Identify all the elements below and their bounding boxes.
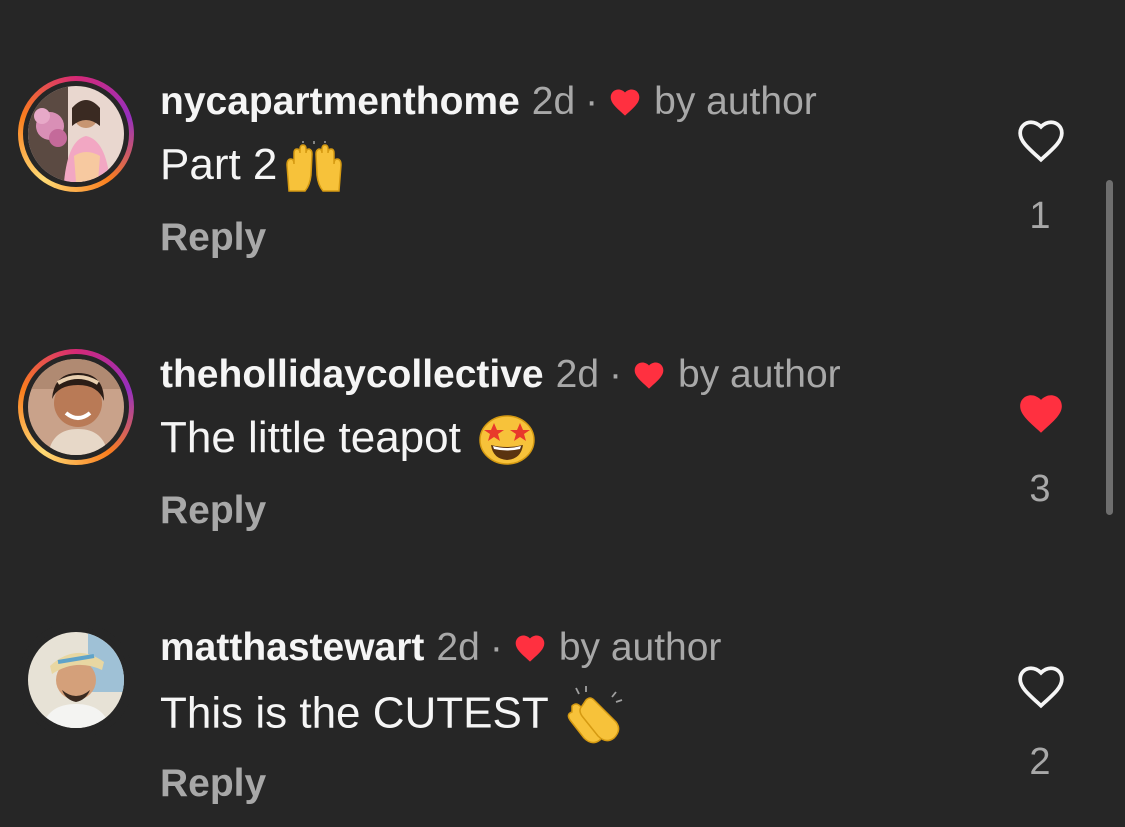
comment-body: Part 2	[160, 140, 278, 189]
avatar[interactable]	[28, 86, 124, 182]
comment-text: This is the CUTEST	[160, 686, 624, 746]
separator-dot: ·	[609, 353, 623, 396]
comment-text: The little teapot	[160, 413, 535, 466]
story-ring[interactable]	[18, 76, 134, 192]
comment-body: The little teapot	[160, 413, 474, 462]
comments-screen: nycapartmenthome 2d · by author Part 2 R…	[0, 0, 1125, 827]
avatar-frame	[23, 81, 129, 187]
story-ring[interactable]	[18, 349, 134, 465]
comment-meta: thehollidaycollective 2d · by author	[160, 353, 841, 397]
author-heart-icon	[610, 89, 640, 116]
avatar[interactable]	[28, 359, 124, 455]
comment-item: nycapartmenthome 2d · by author Part 2 R…	[0, 62, 1125, 312]
heart-outline-icon[interactable]	[1016, 118, 1066, 164]
avatar-frame	[23, 354, 129, 460]
reply-button[interactable]: Reply	[160, 489, 266, 533]
avatar-wrapper[interactable]	[18, 622, 134, 738]
by-author-label: by author	[678, 353, 841, 396]
username[interactable]: thehollidaycollective	[160, 353, 544, 397]
avatar[interactable]	[28, 632, 124, 728]
author-heart-icon	[515, 635, 545, 662]
comment-item: thehollidaycollective 2d · by author The…	[0, 335, 1125, 585]
avatar-photo	[28, 86, 124, 182]
avatar-photo	[28, 359, 124, 455]
timestamp: 2d	[531, 80, 576, 123]
reply-button[interactable]: Reply	[160, 762, 266, 806]
timestamp: 2d	[555, 353, 600, 396]
comment-text: Part 2	[160, 140, 345, 193]
separator-dot: ·	[585, 80, 599, 123]
comment-meta: nycapartmenthome 2d · by author	[160, 80, 817, 124]
reply-button[interactable]: Reply	[160, 216, 266, 260]
like-count: 1	[1029, 195, 1051, 237]
separator-dot: ·	[489, 626, 503, 669]
by-author-label: by author	[558, 626, 722, 669]
avatar-frame	[23, 627, 129, 733]
heart-outline-icon[interactable]	[1016, 664, 1066, 710]
comment-item: matthastewart 2d · by author This is the…	[0, 608, 1125, 827]
like-count: 2	[1029, 741, 1051, 783]
scrollbar[interactable]	[1106, 180, 1113, 515]
by-author-label: by author	[654, 80, 817, 123]
avatar-photo	[28, 632, 124, 728]
raising-hands-icon	[286, 141, 343, 193]
comment-meta: matthastewart 2d · by author	[160, 626, 721, 670]
heart-filled-icon[interactable]	[1016, 391, 1066, 437]
username[interactable]: matthastewart	[160, 626, 424, 670]
clapping-hands-icon	[567, 686, 623, 744]
comment-body: This is the CUTEST	[160, 688, 561, 738]
like-count: 3	[1029, 468, 1051, 510]
timestamp: 2d	[436, 626, 480, 669]
author-heart-icon	[634, 362, 664, 389]
username[interactable]: nycapartmenthome	[160, 80, 520, 124]
star-struck-icon	[479, 415, 535, 466]
